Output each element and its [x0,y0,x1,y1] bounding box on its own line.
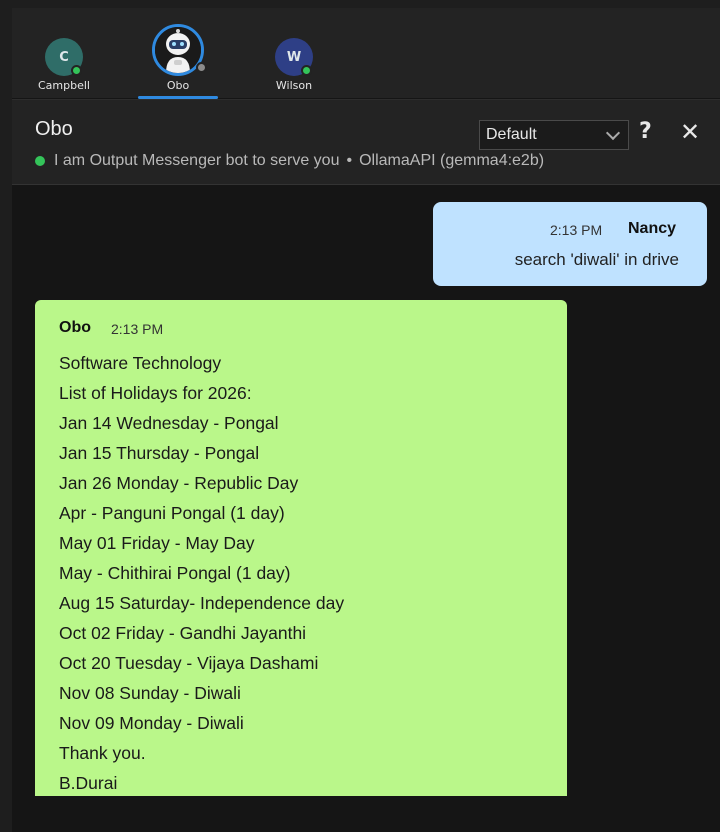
chat-tabs-bar: C Campbell Obo W Wilson [12,8,720,100]
help-button[interactable]: ? [639,119,652,144]
tab-label: Obo [166,79,190,92]
tab-obo[interactable]: Obo [123,24,233,100]
select-value: Default [486,126,537,143]
message-line: Thank you. [59,743,146,763]
incoming-message: Obo 2:13 PM Software Technology List of … [35,300,567,796]
chat-header: Obo I am Output Messenger bot to serve y… [12,99,720,185]
message-time: 2:13 PM [111,321,164,337]
chat-subtitle: I am Output Messenger bot to serve you •… [35,152,544,170]
status-away-indicator [196,62,207,73]
tab-campbell[interactable]: C Campbell [12,28,119,100]
tab-wilson[interactable]: W Wilson [239,28,349,100]
message-line: Nov 08 Sunday - Diwali [59,683,241,703]
close-button[interactable]: ✕ [680,118,700,146]
message-sender: Nancy [628,220,677,237]
message-body: Software Technology List of Holidays for… [59,348,344,798]
message-line: Jan 14 Wednesday - Pongal [59,413,279,433]
message-line: Apr - Panguni Pongal (1 day) [59,503,285,523]
model-text: OllamaAPI (gemma4:e2b) [359,152,545,169]
profile-select[interactable]: Default [479,120,629,150]
message-line: Jan 26 Monday - Republic Day [59,473,299,493]
message-line: May - Chithirai Pongal (1 day) [59,563,291,583]
online-status-icon [35,156,45,166]
status-online-indicator [71,65,82,76]
outgoing-message: 2:13 PM Nancy search 'diwali' in drive [433,202,707,286]
message-time: 2:13 PM [550,222,603,238]
tab-label: Campbell [38,79,90,92]
message-line: Aug 15 Saturday- Independence day [59,593,345,613]
message-line: Oct 20 Tuesday - Vijaya Dashami [59,653,319,673]
status-online-indicator [301,65,312,76]
separator: • [346,152,353,169]
message-text: search 'diwali' in drive [514,250,679,269]
message-line: List of Holidays for 2026: [59,383,252,403]
message-line: May 01 Friday - May Day [59,533,255,553]
chevron-down-icon [605,125,621,140]
message-line: Jan 15 Thursday - Pongal [59,443,260,463]
message-list[interactable]: 2:13 PM Nancy search 'diwali' in drive O… [12,186,720,832]
message-line: Software Technology [59,353,222,373]
chat-title: Obo [35,118,73,140]
message-line: B.Durai [59,773,118,793]
messenger-window: C Campbell Obo W Wilson Obo I am Output … [12,8,720,832]
tab-label: Wilson [275,79,313,92]
message-line: Nov 09 Monday - Diwali [59,713,244,733]
message-line: Oct 02 Friday - Gandhi Jayanthi [59,623,307,643]
status-text: I am Output Messenger bot to serve you [54,152,340,169]
message-sender: Obo [59,319,91,336]
